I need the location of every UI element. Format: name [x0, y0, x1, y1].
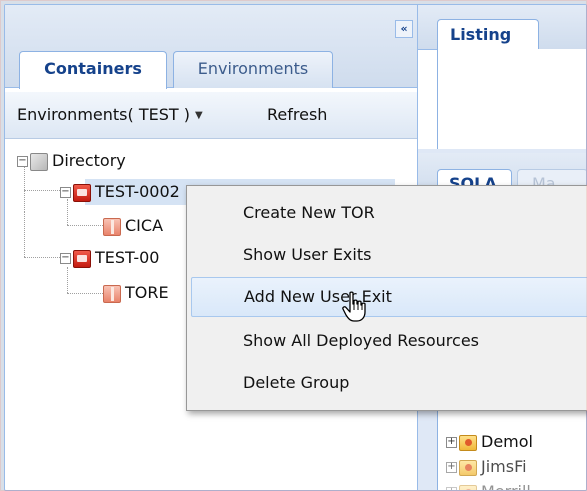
package-icon: [103, 217, 121, 236]
tab-listing[interactable]: Listing: [437, 19, 539, 50]
server-group-icon: [73, 249, 91, 268]
server-group-icon: [73, 183, 91, 202]
tree-node-test-group-2[interactable]: − TEST-00: [60, 246, 159, 270]
tree-connector: [67, 267, 68, 293]
panel-header: Listing: [418, 5, 586, 50]
expand-toggle-icon[interactable]: +: [446, 487, 457, 490]
folder-icon: [459, 434, 477, 451]
collapse-toggle-icon[interactable]: −: [17, 156, 28, 167]
expand-toggle-icon[interactable]: +: [446, 462, 457, 473]
menu-item-show-user-exits[interactable]: Show User Exits: [191, 235, 587, 275]
refresh-button[interactable]: Refresh: [267, 105, 327, 124]
package-icon: [103, 284, 121, 303]
collapse-toggle-icon[interactable]: −: [60, 253, 71, 264]
double-chevron-left-icon[interactable]: «: [395, 20, 413, 38]
tab-environments[interactable]: Environments: [173, 51, 333, 88]
context-menu: Create New TOR Show User Exits Add New U…: [186, 185, 587, 411]
menu-item-show-all-deployed-resources[interactable]: Show All Deployed Resources: [191, 321, 587, 361]
tree-node-label: CICA: [125, 216, 164, 235]
tree-connector: [24, 212, 25, 257]
menu-item-add-new-user-exit[interactable]: Add New User Exit: [191, 277, 587, 317]
tree-node-label: TORE: [125, 283, 169, 302]
collapse-toggle-icon[interactable]: −: [60, 187, 71, 198]
tree-node-tore[interactable]: TORE: [103, 281, 169, 305]
tree-node-merrill[interactable]: + Merrill: [446, 481, 531, 490]
caret-down-icon: ▼: [194, 110, 203, 121]
tree-node-cica[interactable]: CICA: [103, 214, 163, 238]
folder-icon: [459, 459, 477, 476]
tab-containers[interactable]: Containers: [19, 51, 167, 89]
environments-menu-button[interactable]: Environments( TEST ) ▼: [17, 105, 203, 124]
menu-item-create-new-tor[interactable]: Create New TOR: [191, 193, 587, 233]
hand-pointer-icon: [342, 291, 366, 322]
tree-connector: [24, 190, 60, 191]
tree-node-demol[interactable]: + Demol: [446, 431, 533, 453]
tree-node-jimsfi[interactable]: + JimsFi: [446, 456, 527, 478]
tree-node-label: TEST-0002: [95, 182, 180, 201]
tree-node-test-group-1[interactable]: − TEST-0002: [60, 180, 180, 204]
tree-connector: [67, 225, 103, 226]
folder-icon: [459, 484, 477, 490]
tree-node-directory[interactable]: − Directory: [17, 149, 126, 173]
tree-node-label: TEST-00: [95, 248, 160, 267]
tree-connector: [24, 257, 60, 258]
listing-content: [437, 49, 586, 149]
expand-toggle-icon[interactable]: +: [446, 437, 457, 448]
panel-header: « Containers Environments: [5, 5, 417, 89]
tree-node-label: Merrill: [481, 482, 531, 490]
menu-item-delete-group[interactable]: Delete Group: [191, 363, 587, 403]
tree-node-label: Directory: [52, 151, 126, 170]
tree-node-label: JimsFi: [481, 457, 527, 476]
tree-node-label: Demol: [481, 432, 533, 451]
tree-toolbar: Environments( TEST ) ▼ Refresh: [5, 92, 417, 139]
environments-menu-label: Environments( TEST ): [17, 105, 190, 124]
tree-connector: [67, 293, 103, 294]
directory-icon: [30, 152, 48, 171]
